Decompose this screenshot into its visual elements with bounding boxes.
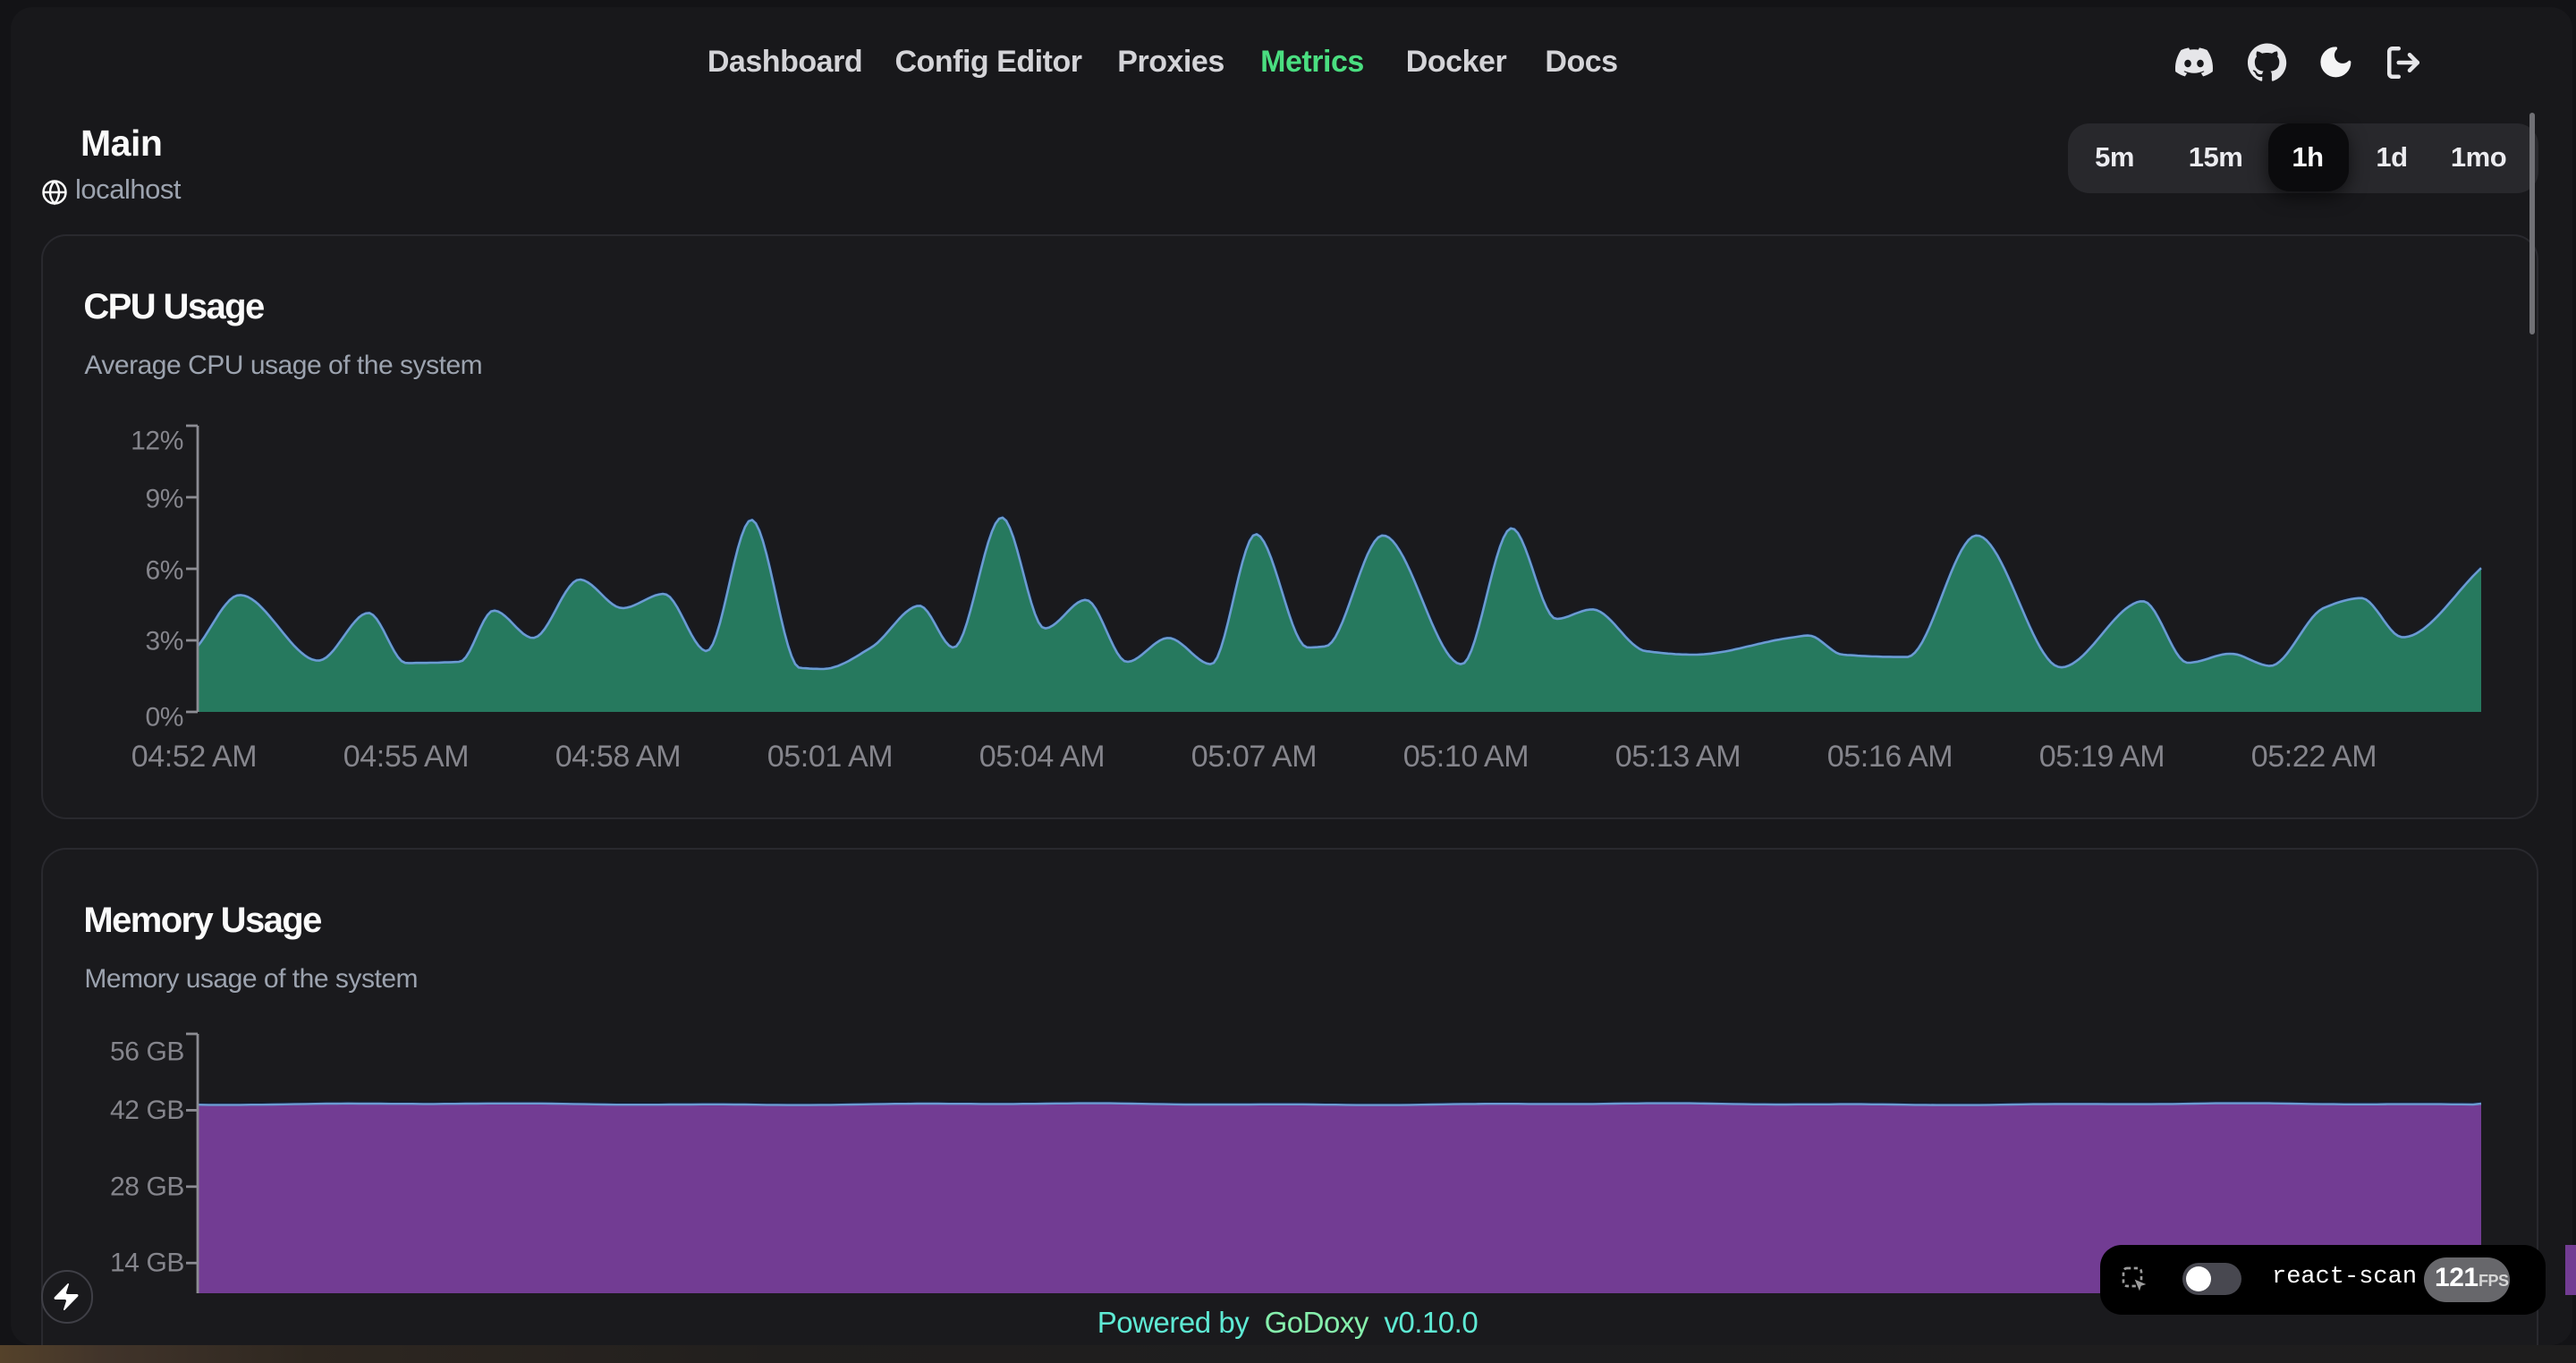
svg-text:9%: 9% bbox=[145, 485, 183, 514]
svg-text:05:07 AM: 05:07 AM bbox=[1191, 740, 1317, 774]
svg-text:6%: 6% bbox=[145, 556, 183, 586]
svg-text:0%: 0% bbox=[145, 703, 183, 732]
svg-text:04:55 AM: 04:55 AM bbox=[343, 740, 469, 774]
svg-text:04:52 AM: 04:52 AM bbox=[131, 740, 257, 774]
svg-text:04:58 AM: 04:58 AM bbox=[555, 740, 681, 774]
svg-text:05:16 AM: 05:16 AM bbox=[1827, 740, 1953, 774]
svg-text:42 GB: 42 GB bbox=[110, 1096, 184, 1125]
svg-text:12%: 12% bbox=[131, 427, 183, 456]
svg-text:3%: 3% bbox=[145, 627, 183, 656]
svg-text:05:19 AM: 05:19 AM bbox=[2039, 740, 2165, 774]
svg-text:14 GB: 14 GB bbox=[110, 1249, 184, 1278]
svg-text:28 GB: 28 GB bbox=[110, 1172, 184, 1201]
svg-text:56 GB: 56 GB bbox=[110, 1037, 184, 1067]
svg-text:05:10 AM: 05:10 AM bbox=[1403, 740, 1529, 774]
svg-text:05:22 AM: 05:22 AM bbox=[2251, 740, 2377, 774]
svg-text:05:01 AM: 05:01 AM bbox=[767, 740, 893, 774]
svg-text:05:04 AM: 05:04 AM bbox=[979, 740, 1105, 774]
svg-text:05:13 AM: 05:13 AM bbox=[1615, 740, 1741, 774]
